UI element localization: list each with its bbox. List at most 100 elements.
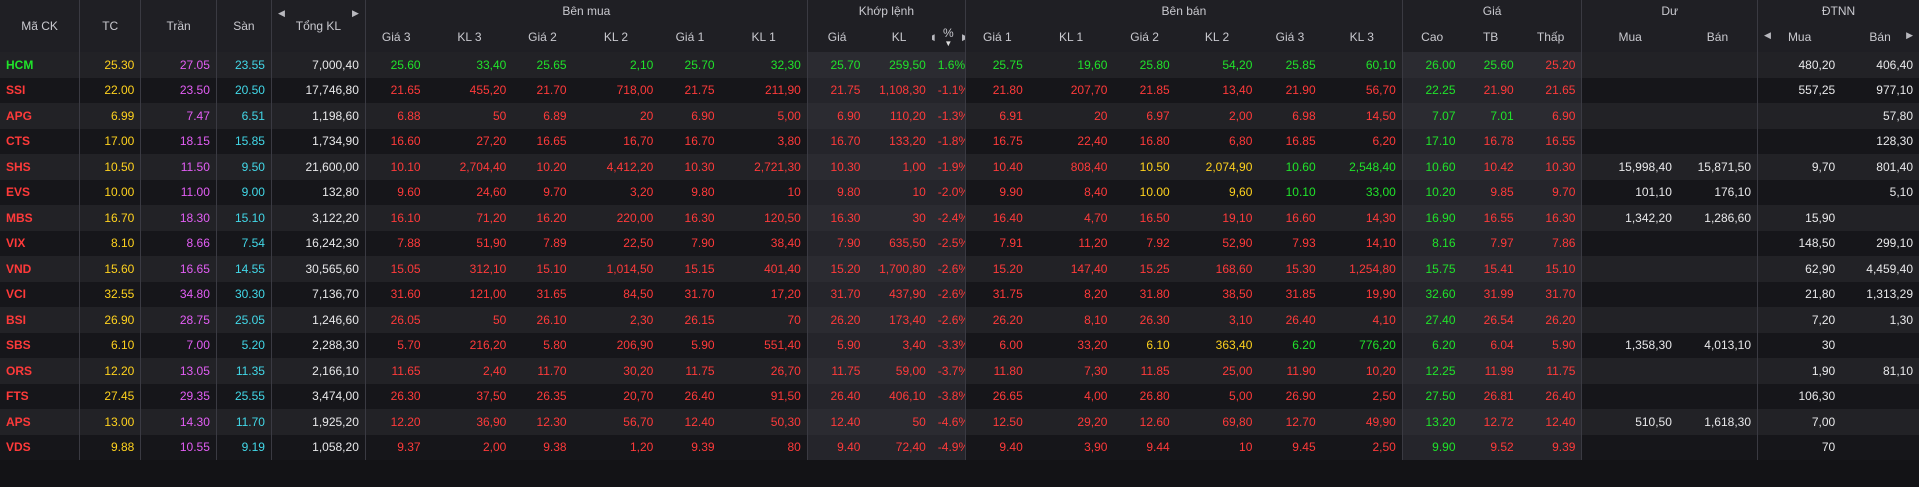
col-ask-vol3[interactable]: KL 3 <box>1321 22 1403 52</box>
col-floor-header[interactable]: Sàn <box>215 0 272 52</box>
ask-vol1-cell: 11,20 <box>1028 230 1114 256</box>
col-ask-vol2[interactable]: KL 2 <box>1175 22 1259 52</box>
col-total-volume-header[interactable]: ◀ Tổng KL ▶ <box>270 0 366 52</box>
ceiling-price-cell: 10.55 <box>140 434 217 460</box>
arrow-right-icon[interactable]: ▶ <box>352 8 359 19</box>
sort-desc-icon[interactable]: ▼ <box>932 40 965 48</box>
symbol-cell[interactable]: SBS <box>0 332 80 358</box>
ref-price-cell: 9.88 <box>79 434 141 460</box>
arrow-right-icon[interactable]: ▶ <box>962 32 965 43</box>
bid-vol2-cell: 2,30 <box>572 307 660 333</box>
bid-price1-cell: 16.30 <box>659 205 721 231</box>
table-row[interactable]: FTS 27.45 29.35 25.55 3,474,00 26.30 37,50 26.3… <box>0 383 1919 409</box>
col-high[interactable]: Cao <box>1401 22 1462 52</box>
ask-vol2-cell: 13,40 <box>1175 77 1259 103</box>
match-percent-cell: -2.4% <box>931 205 966 231</box>
col-match-volume[interactable]: KL <box>866 22 932 52</box>
ask-vol1-cell: 20 <box>1028 103 1114 129</box>
ask-price1-cell: 16.40 <box>964 205 1029 231</box>
table-row[interactable]: VDS 9.88 10.55 9.19 1,058,20 9.37 2,00 9.38 1,20… <box>0 434 1919 460</box>
col-ref-header[interactable]: TC <box>79 0 141 52</box>
arrow-left-icon[interactable]: ◀ <box>932 32 935 43</box>
col-residual-sell[interactable]: Bán <box>1677 22 1758 52</box>
symbol-cell[interactable]: SHS <box>0 154 80 180</box>
match-percent-cell: 1.6% <box>931 52 966 78</box>
col-ask-price1[interactable]: Giá 1 <box>964 22 1029 52</box>
col-residual-buy[interactable]: Mua <box>1581 22 1678 52</box>
symbol-cell[interactable]: BSI <box>0 307 80 333</box>
table-row[interactable]: VIX 8.10 8.66 7.54 16,242,30 7.88 51,90 7.89 22,… <box>0 230 1919 256</box>
foreign-sell-cell: 5,10 <box>1841 179 1919 205</box>
residual-sell-cell: 15,871,50 <box>1677 154 1758 180</box>
arrow-left-icon[interactable]: ◀ <box>278 8 285 19</box>
high-price-cell: 9.90 <box>1401 434 1462 460</box>
col-bid-price1[interactable]: Giá 1 <box>659 22 721 52</box>
col-ask-price3[interactable]: Giá 3 <box>1258 22 1322 52</box>
symbol-cell[interactable]: APS <box>0 409 80 435</box>
bid-price3-cell: 21.65 <box>364 77 427 103</box>
ask-vol2-cell: 363,40 <box>1175 332 1259 358</box>
col-ceiling-header[interactable]: Trần <box>140 0 217 52</box>
foreign-sell-cell: 299,10 <box>1841 230 1919 256</box>
symbol-cell[interactable]: VND <box>0 256 80 282</box>
col-ask-vol1[interactable]: KL 1 <box>1028 22 1114 52</box>
col-average[interactable]: TB <box>1461 22 1520 52</box>
table-row[interactable]: EVS 10.00 11.00 9.00 132,80 9.60 24,60 9.70 3,20… <box>0 179 1919 205</box>
symbol-cell[interactable]: VIX <box>0 230 80 256</box>
bid-price2-cell: 5.80 <box>512 332 573 358</box>
col-ask-price2[interactable]: Giá 2 <box>1113 22 1176 52</box>
floor-price-cell: 7.54 <box>215 230 272 256</box>
col-match-percent[interactable]: ◀ % ▼ ▶ <box>931 22 966 52</box>
bid-price1-cell: 15.15 <box>659 256 721 282</box>
bid-price3-cell: 16.60 <box>364 128 427 154</box>
symbol-cell[interactable]: VCI <box>0 281 80 307</box>
col-bid-price3[interactable]: Giá 3 <box>364 22 427 52</box>
col-low[interactable]: Thấp <box>1519 22 1582 52</box>
match-price-cell: 16.70 <box>806 128 867 154</box>
arrow-left-icon[interactable]: ◀ <box>1764 30 1771 41</box>
ask-vol1-cell: 8,40 <box>1028 179 1114 205</box>
ask-vol2-cell: 19,10 <box>1175 205 1259 231</box>
col-symbol-header[interactable]: Mã CK <box>0 0 80 52</box>
bid-price1-cell: 9.39 <box>659 434 721 460</box>
table-row[interactable]: VND 15.60 16.65 14.55 30,565,60 15.05 312,10 15… <box>0 256 1919 282</box>
col-bid-vol1[interactable]: KL 1 <box>720 22 808 52</box>
symbol-cell[interactable]: APG <box>0 103 80 129</box>
table-row[interactable]: SHS 10.50 11.50 9.50 21,600,00 10.10 2,704,40 1… <box>0 154 1919 180</box>
table-row[interactable]: BSI 26.90 28.75 25.05 1,246,60 26.05 50 26.10 2,… <box>0 307 1919 333</box>
col-bid-price2[interactable]: Giá 2 <box>512 22 573 52</box>
table-row[interactable]: ORS 12.20 13.05 11.35 2,166,10 11.65 2,40 11.70… <box>0 358 1919 384</box>
col-bid-vol3[interactable]: KL 3 <box>426 22 513 52</box>
table-row[interactable]: CTS 17.00 18.15 15.85 1,734,90 16.60 27,20 16.6… <box>0 128 1919 154</box>
low-price-cell: 9.70 <box>1519 179 1582 205</box>
table-row[interactable]: APS 13.00 14.30 11.70 1,925,20 12.20 36,90 12.3… <box>0 409 1919 435</box>
bid-vol2-cell: 22,50 <box>572 230 660 256</box>
symbol-cell[interactable]: FTS <box>0 383 80 409</box>
symbol-cell[interactable]: SSI <box>0 77 80 103</box>
symbol-cell[interactable]: HCM <box>0 52 80 78</box>
symbol-cell[interactable]: CTS <box>0 128 80 154</box>
residual-buy-cell: 510,50 <box>1581 409 1678 435</box>
table-row[interactable]: VCI 32.55 34.80 30.30 7,136,70 31.60 121,00 31.… <box>0 281 1919 307</box>
col-foreign-sell[interactable]: Bán ▶ <box>1841 22 1919 52</box>
symbol-cell[interactable]: EVS <box>0 179 80 205</box>
total-volume-cell: 1,246,60 <box>270 307 366 333</box>
ask-price1-cell: 6.00 <box>964 332 1029 358</box>
symbol-cell[interactable]: ORS <box>0 358 80 384</box>
match-volume-cell: 173,40 <box>866 307 932 333</box>
col-match-price[interactable]: Giá <box>806 22 867 52</box>
table-row[interactable]: HCM 25.30 27.05 23.55 7,000,40 25.60 33,40 25.6… <box>0 52 1919 78</box>
table-row[interactable]: SSI 22.00 23.50 20.50 17,746,80 21.65 455,20 21… <box>0 77 1919 103</box>
high-price-cell: 32.60 <box>1401 281 1462 307</box>
table-row[interactable]: MBS 16.70 18.30 15.10 3,122,20 16.10 71,20 16.2… <box>0 205 1919 231</box>
symbol-cell[interactable]: MBS <box>0 205 80 231</box>
symbol-cell[interactable]: VDS <box>0 434 80 460</box>
table-row[interactable]: SBS 6.10 7.00 5.20 2,288,30 5.70 216,20 5.80 206… <box>0 332 1919 358</box>
arrow-right-icon[interactable]: ▶ <box>1906 30 1913 41</box>
col-bid-vol2[interactable]: KL 2 <box>572 22 660 52</box>
ref-price-cell: 27.45 <box>79 383 141 409</box>
ask-price3-cell: 26.90 <box>1258 383 1322 409</box>
table-row[interactable]: APG 6.99 7.47 6.51 1,198,60 6.88 50 6.89 20 6.90 5… <box>0 103 1919 129</box>
total-volume-cell: 2,166,10 <box>270 358 366 384</box>
col-foreign-buy[interactable]: ◀ Mua <box>1757 22 1842 52</box>
